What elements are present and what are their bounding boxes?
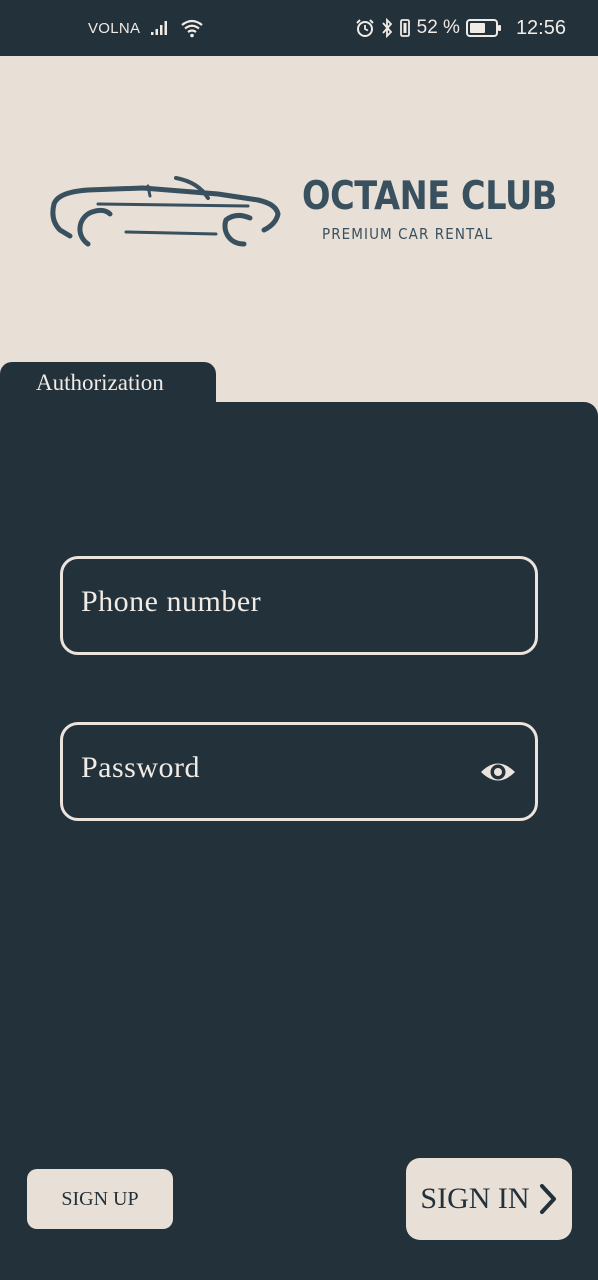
sign-up-label: SIGN UP	[61, 1187, 139, 1210]
sign-in-label: SIGN IN	[420, 1182, 530, 1215]
battery-percent: 52 %	[416, 17, 460, 38]
tab-authorization-label: Authorization	[36, 370, 164, 395]
status-bar-right: 52 % 12:56	[355, 0, 566, 56]
clock: 12:56	[515, 16, 566, 39]
battery-icon	[465, 19, 501, 37]
vibrate-icon	[399, 19, 410, 37]
password-field-placeholder: Password	[81, 751, 201, 784]
bluetooth-icon	[381, 18, 392, 38]
wifi-icon	[181, 19, 204, 38]
status-bar-left: VOLNA	[88, 0, 204, 56]
status-bar: VOLNA 52 % 12:56	[0, 0, 598, 56]
chevron-right-icon	[539, 1184, 556, 1214]
sign-in-button[interactable]: SIGN IN	[406, 1158, 572, 1240]
brand-tagline: PREMIUM CAR RENTAL	[322, 225, 494, 243]
eye-icon[interactable]	[479, 757, 517, 787]
signal-icon	[151, 21, 168, 35]
brand-header: OCTANE CLUB PREMIUM CAR RENTAL	[0, 56, 598, 362]
carrier-name: VOLNA	[88, 19, 141, 37]
convertible-car-icon	[50, 176, 281, 247]
auth-panel	[0, 402, 598, 1280]
alarm-icon	[355, 19, 374, 37]
brand-name: OCTANE CLUB	[302, 174, 557, 219]
sign-up-button[interactable]: SIGN UP	[27, 1169, 173, 1229]
password-field[interactable]: Password	[60, 722, 538, 821]
phone-field[interactable]: Phone number	[60, 556, 538, 655]
phone-field-placeholder: Phone number	[81, 585, 262, 618]
